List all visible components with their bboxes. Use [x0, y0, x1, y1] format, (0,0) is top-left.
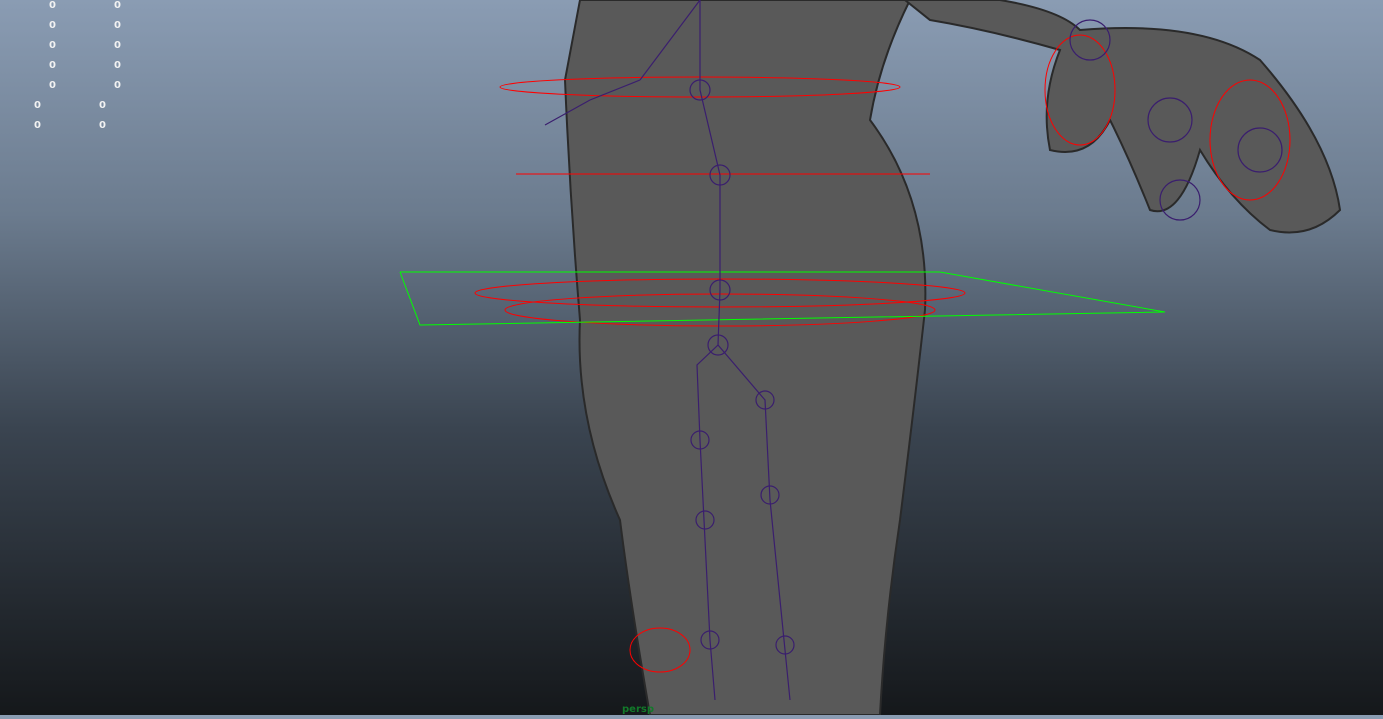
3d-viewport[interactable]: 0 0 0 0 0 0 0 0 0 0 0 0 0 0 persp [0, 0, 1383, 716]
character-mesh [563, 0, 1342, 716]
hud-value: 0 [34, 100, 41, 111]
hud-value: 0 [114, 80, 121, 91]
hud-value: 0 [49, 0, 56, 11]
hud-value: 0 [114, 0, 121, 11]
hud-value: 0 [99, 100, 106, 111]
hud-value: 0 [34, 120, 41, 131]
hud-value: 0 [49, 20, 56, 31]
hud-value: 0 [49, 60, 56, 71]
hud-value: 0 [114, 40, 121, 51]
camera-label: persp [622, 704, 654, 715]
hud-value: 0 [99, 120, 106, 131]
hud-value: 0 [49, 40, 56, 51]
hud-value: 0 [114, 20, 121, 31]
scene [399, 0, 1342, 716]
hud-value: 0 [49, 80, 56, 91]
hud-value: 0 [114, 60, 121, 71]
